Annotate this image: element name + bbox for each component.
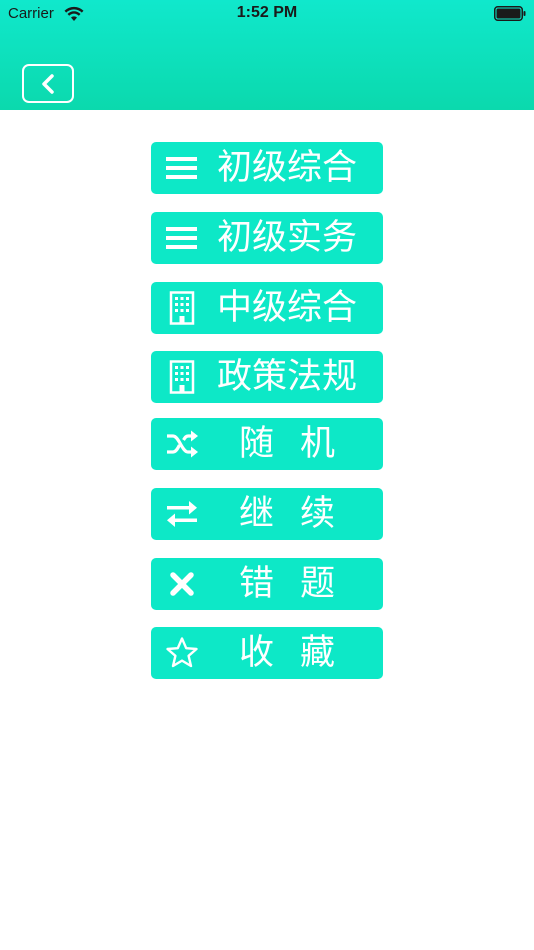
menu-item-label: 随机 bbox=[239, 424, 362, 464]
chevron-left-icon bbox=[37, 73, 59, 95]
status-time: 1:52 PM bbox=[236, 4, 298, 21]
building-icon bbox=[165, 360, 199, 394]
list-icon bbox=[165, 221, 199, 255]
list-icon bbox=[165, 151, 199, 185]
menu-item-junior-comprehensive[interactable]: 初级综合 bbox=[151, 142, 383, 194]
cross-icon bbox=[165, 567, 199, 601]
menu-item-label: 初级综合 bbox=[217, 148, 358, 188]
star-icon bbox=[165, 636, 199, 670]
menu-item-label: 初级实务 bbox=[217, 218, 358, 258]
shuffle-icon bbox=[165, 427, 199, 461]
status-bar: Carrier 1:52 PM bbox=[0, 0, 534, 30]
menu-item-continue[interactable]: 继续 bbox=[151, 488, 383, 540]
nav-header: Carrier 1:52 PM bbox=[0, 0, 534, 110]
building-icon bbox=[165, 291, 199, 325]
menu-item-wrong-questions[interactable]: 错题 bbox=[151, 558, 383, 610]
menu-item-policies-regulations[interactable]: 政策法规 bbox=[151, 351, 383, 403]
menu-item-label: 继续 bbox=[239, 494, 362, 534]
menu-item-intermediate-comprehensive[interactable]: 中级综合 bbox=[151, 282, 383, 334]
menu-item-label: 政策法规 bbox=[217, 357, 358, 397]
menu-item-favorites[interactable]: 收藏 bbox=[151, 627, 383, 679]
menu-item-label: 中级综合 bbox=[217, 288, 358, 328]
menu-item-random[interactable]: 随机 bbox=[151, 418, 383, 470]
back-button[interactable] bbox=[22, 64, 74, 103]
menu-item-label: 错题 bbox=[239, 564, 362, 604]
swap-arrows-icon bbox=[165, 497, 199, 531]
battery-icon bbox=[494, 6, 526, 21]
menu-item-label: 收藏 bbox=[239, 633, 362, 673]
menu-item-junior-practice[interactable]: 初级实务 bbox=[151, 212, 383, 264]
